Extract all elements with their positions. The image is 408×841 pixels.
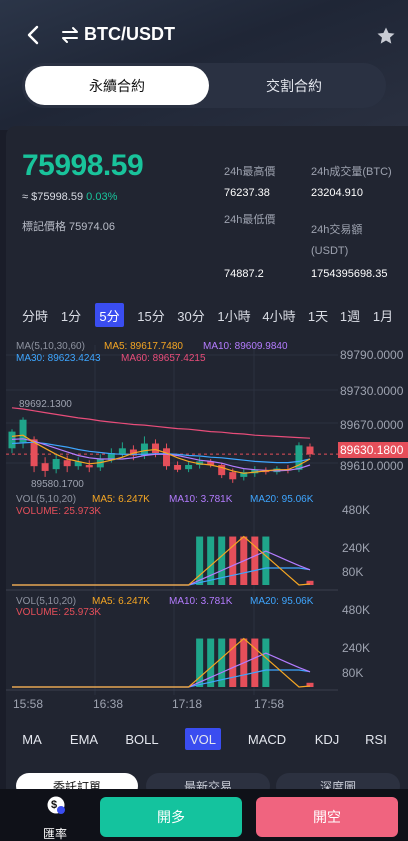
indicator-boll[interactable]: BOLL bbox=[121, 728, 163, 750]
tab-perpetual[interactable]: 永續合約 bbox=[25, 66, 209, 105]
vol-ma10-legend: MA10: 3.781K bbox=[169, 596, 233, 607]
open-long-button[interactable]: 開多 bbox=[100, 797, 242, 837]
volume-btc-label: 24h成交量(BTC) bbox=[311, 166, 392, 178]
vol-ma5-legend: MA5: 6.247K bbox=[92, 494, 150, 505]
ma60-legend: MA60: 89657.4215 bbox=[121, 353, 206, 364]
vol-axis-label: 480K bbox=[342, 603, 371, 617]
vol-ma5-legend: MA5: 6.247K bbox=[92, 596, 150, 607]
chart-grid bbox=[6, 345, 338, 695]
low-label: 24h最低價 bbox=[224, 214, 276, 226]
last-price: 75998.59 bbox=[22, 149, 144, 182]
turnover-value: 1754395698.35 bbox=[311, 268, 388, 280]
interval-1h[interactable]: 1小時 bbox=[215, 303, 253, 327]
candle-body bbox=[85, 464, 93, 468]
candle-body bbox=[163, 448, 171, 467]
vol-axis-label: 240K bbox=[342, 641, 371, 655]
candle-body bbox=[41, 463, 49, 471]
price-axis-label: 89790.0000 bbox=[340, 348, 404, 362]
vol-axis-label: 80K bbox=[342, 565, 364, 579]
high-value: 76237.38 bbox=[224, 187, 270, 199]
volume-bar bbox=[207, 638, 215, 687]
ma30-legend: MA30: 89623.4243 bbox=[16, 353, 101, 364]
vol-ma10-legend: MA10: 3.781K bbox=[169, 494, 233, 505]
volume-bar bbox=[262, 536, 270, 585]
vol-axis-label: 80K bbox=[342, 666, 364, 680]
interval-1d[interactable]: 1天 bbox=[305, 303, 331, 327]
price-axis-label: 89610.0000 bbox=[340, 459, 404, 473]
vol-axis-label: 240K bbox=[342, 541, 371, 555]
low-marker: 89580.1700 bbox=[31, 479, 84, 490]
volume-legend: VOLUME: 25.973K bbox=[16, 607, 102, 618]
candle-body bbox=[185, 464, 193, 470]
ma5-legend: MA5: 89617.7480 bbox=[104, 341, 183, 352]
time-axis-label: 15:58 bbox=[13, 697, 44, 711]
interval-tick[interactable]: 分時 bbox=[20, 303, 50, 327]
pair-title[interactable]: BTC/USDT bbox=[84, 24, 175, 45]
price-axis-label: 89730.0000 bbox=[340, 384, 404, 398]
interval-4h[interactable]: 4小時 bbox=[260, 303, 298, 327]
volume-pane-1 bbox=[12, 535, 314, 586]
volume-legend: VOLUME: 25.973K bbox=[16, 506, 102, 517]
candle-body bbox=[118, 448, 126, 455]
interval-30m[interactable]: 30分 bbox=[174, 303, 208, 327]
back-arrow-icon[interactable] bbox=[22, 22, 46, 48]
vol-params: VOL(5,10,20) bbox=[16, 596, 77, 607]
volume-bar bbox=[262, 638, 270, 687]
mark-price: 標記價格 75974.06 bbox=[22, 221, 115, 233]
turnover-unit: (USDT) bbox=[311, 245, 349, 257]
volume-pane-2 bbox=[12, 637, 314, 688]
candle-body bbox=[229, 472, 237, 480]
exchange-rate-label[interactable]: 匯率 bbox=[43, 825, 67, 841]
indicator-ema[interactable]: EMA bbox=[66, 728, 102, 750]
price-axis-label: 89670.0000 bbox=[340, 418, 404, 432]
turnover-label: 24h交易額 bbox=[311, 224, 363, 236]
time-axis-label: 16:38 bbox=[93, 697, 124, 711]
low-value: 74887.2 bbox=[224, 268, 264, 280]
candle-body bbox=[8, 431, 16, 449]
change-percent: 0.03% bbox=[86, 191, 118, 203]
usd-price: ≈ $75998.59 0.03% bbox=[22, 191, 118, 203]
indicator-vol[interactable]: VOL bbox=[185, 728, 221, 750]
candle-body bbox=[52, 459, 60, 470]
vol-params: VOL(5,10,20) bbox=[16, 494, 77, 505]
tab-delivery[interactable]: 交割合約 bbox=[202, 66, 386, 105]
interval-1w[interactable]: 1週 bbox=[337, 303, 363, 327]
vol-ma20-legend: MA20: 95.06K bbox=[250, 494, 314, 505]
interval-bar: 分時 1分 5分 15分 30分 1小時 4小時 1天 1週 1月 bbox=[20, 303, 400, 327]
candle-body bbox=[63, 460, 71, 467]
interval-1m[interactable]: 1分 bbox=[58, 303, 84, 327]
volume-bar bbox=[207, 536, 215, 585]
vol-ma20-legend: MA20: 95.06K bbox=[250, 596, 314, 607]
interval-5m[interactable]: 5分 bbox=[95, 303, 124, 327]
favorite-star-icon[interactable] bbox=[376, 26, 396, 46]
high-marker: 89692.1300 bbox=[19, 399, 72, 410]
candle-body bbox=[306, 446, 314, 455]
vol-axis-label: 480K bbox=[342, 503, 371, 517]
high-label: 24h最高價 bbox=[224, 166, 276, 178]
interval-1mo[interactable]: 1月 bbox=[370, 303, 396, 327]
swap-icon[interactable] bbox=[60, 24, 80, 46]
contract-type-switch: 永續合約 交割合約 bbox=[22, 63, 386, 108]
volume-btc-value: 23204.910 bbox=[311, 187, 363, 199]
ma10-legend: MA10: 89609.9840 bbox=[203, 341, 288, 352]
open-short-button[interactable]: 開空 bbox=[256, 797, 398, 837]
time-axis-label: 17:58 bbox=[254, 697, 285, 711]
ma-params: MA(5,10,30,60) bbox=[16, 341, 85, 352]
indicator-ma[interactable]: MA bbox=[18, 728, 46, 750]
candle-body bbox=[174, 464, 182, 470]
candle-body bbox=[151, 443, 159, 454]
rate-icon-glyph: $ bbox=[51, 799, 58, 811]
interval-15m[interactable]: 15分 bbox=[134, 303, 168, 327]
indicator-macd[interactable]: MACD bbox=[244, 728, 290, 750]
indicator-rsi[interactable]: RSI bbox=[361, 728, 391, 750]
current-price-tag: 89630.1800 bbox=[338, 442, 408, 458]
indicator-kdj[interactable]: KDJ bbox=[310, 728, 344, 750]
time-axis-label: 17:18 bbox=[172, 697, 203, 711]
